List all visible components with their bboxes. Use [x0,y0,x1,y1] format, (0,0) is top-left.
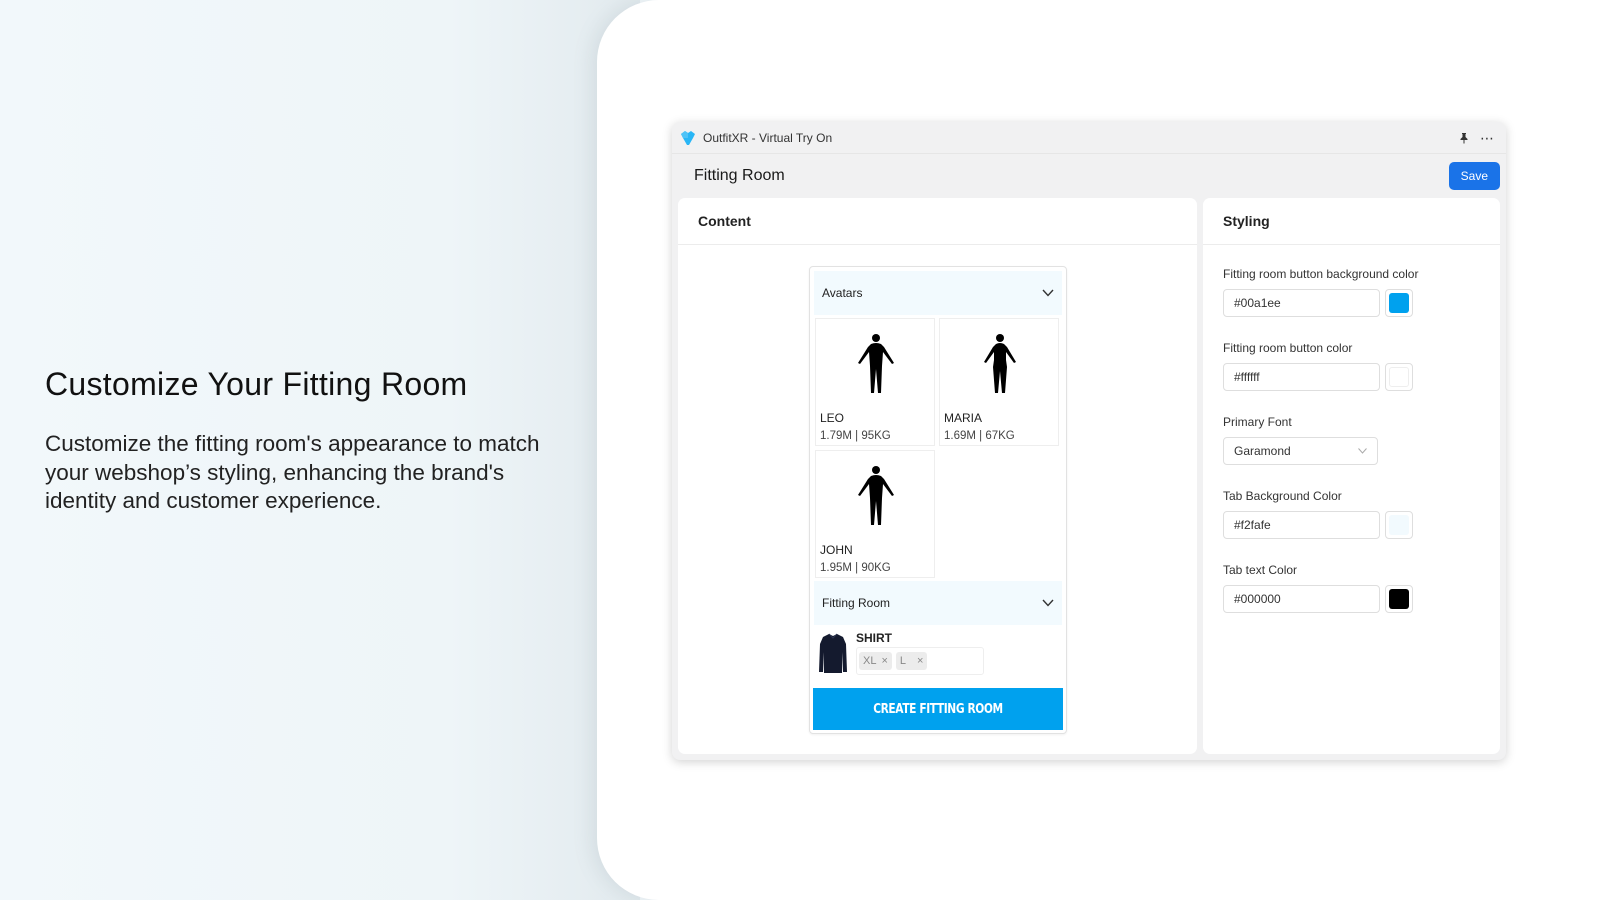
more-icon[interactable]: ⋯ [1480,131,1495,145]
marketing-pane: Customize Your Fitting Room Customize th… [0,0,640,900]
button-color-input[interactable]: #ffffff [1223,363,1380,391]
remove-size-icon[interactable]: × [881,655,887,667]
button-bg-color-input[interactable]: #00a1ee [1223,289,1380,317]
content-panel: Content Avatars LEO 1.79M | 95KG MARIA 1… [678,198,1197,754]
save-button[interactable]: Save [1448,162,1500,190]
avatar-silhouette-icon [858,334,894,393]
pin-icon[interactable] [1458,132,1470,144]
avatar-card[interactable]: JOHN 1.95M | 90KG [815,450,935,578]
chevron-down-icon [1042,289,1054,297]
color-swatch [1389,367,1409,387]
size-tag: XL × [859,652,892,670]
create-fitting-room-label: CREATE FITTING ROOM [873,701,1003,717]
field-label: Tab text Color [1223,563,1298,577]
tab-text-color-input[interactable]: #000000 [1223,585,1380,613]
color-swatch [1389,589,1409,609]
styling-panel: Styling Fitting room button background c… [1203,198,1500,754]
avatars-accordion-label: Avatars [822,286,863,300]
app-window: OutfitXR - Virtual Try On ⋯ Fitting Room… [672,122,1506,760]
primary-font-select[interactable]: Garamond [1223,437,1378,465]
fitting-room-accordion-header[interactable]: Fitting Room [814,581,1062,625]
shirt-thumbnail-icon [819,633,847,673]
button-bg-color-field: Fitting room button background color #00… [1203,267,1500,317]
color-swatch-button[interactable] [1385,511,1413,539]
hero-description: Customize the fitting room's appearance … [45,431,540,513]
size-tag-label: L [899,655,907,667]
avatar-name: MARIA [944,411,983,425]
avatar-silhouette-icon [858,466,894,525]
fitting-room-accordion-label: Fitting Room [822,596,891,610]
styling-panel-title: Styling [1203,198,1500,245]
avatar-name: LEO [820,411,845,425]
item-name: SHIRT [856,631,892,645]
app-title: OutfitXR - Virtual Try On [703,130,833,145]
field-label: Primary Font [1223,415,1292,429]
color-swatch-button[interactable] [1385,363,1413,391]
avatar-meta: 1.79M | 95KG [820,430,891,442]
content-panel-title: Content [678,198,1197,245]
field-label: Fitting room button background color [1223,267,1419,281]
page-header: Fitting Room Save [672,154,1506,198]
color-swatch-button[interactable] [1385,289,1413,317]
hero-title: Customize Your Fitting Room [45,366,468,402]
avatar-card[interactable]: LEO 1.79M | 95KG [815,318,935,446]
size-select[interactable]: XL × L × [856,647,984,675]
remove-size-icon[interactable]: × [917,655,923,667]
avatar-silhouette-icon [984,334,1016,393]
color-swatch-button[interactable] [1385,585,1413,613]
size-tag: L × [895,652,928,670]
create-fitting-room-button[interactable]: CREATE FITTING ROOM [813,688,1063,730]
color-swatch [1389,293,1409,313]
fitting-room-item: SHIRT XL × L × [810,625,1066,683]
tab-text-color-field: Tab text Color #000000 [1203,563,1500,613]
avatar-name: JOHN [820,543,853,557]
avatars-accordion-header[interactable]: Avatars [814,271,1062,315]
button-color-field: Fitting room button color #ffffff [1203,341,1500,391]
field-label: Fitting room button color [1223,341,1353,355]
avatar-meta: 1.69M | 67KG [944,430,1015,442]
field-label: Tab Background Color [1223,489,1342,503]
primary-font-value: Garamond [1234,444,1291,458]
avatar-meta: 1.95M | 90KG [820,562,891,574]
outfitxr-logo-icon [681,130,695,145]
chevron-down-icon [1042,599,1054,607]
tab-bg-color-input[interactable]: #f2fafe [1223,511,1380,539]
fitting-room-preview: Avatars LEO 1.79M | 95KG MARIA 1.69M | 6… [809,266,1067,734]
avatar-card[interactable]: MARIA 1.69M | 67KG [939,318,1059,446]
page-title: Fitting Room [694,167,785,184]
tab-bg-color-field: Tab Background Color #f2fafe [1203,489,1500,539]
primary-font-field: Primary Font Garamond [1203,415,1500,465]
size-tag-label: XL [863,655,877,667]
chevron-down-icon [1358,448,1367,454]
color-swatch [1389,515,1409,535]
titlebar: OutfitXR - Virtual Try On ⋯ [672,122,1506,154]
